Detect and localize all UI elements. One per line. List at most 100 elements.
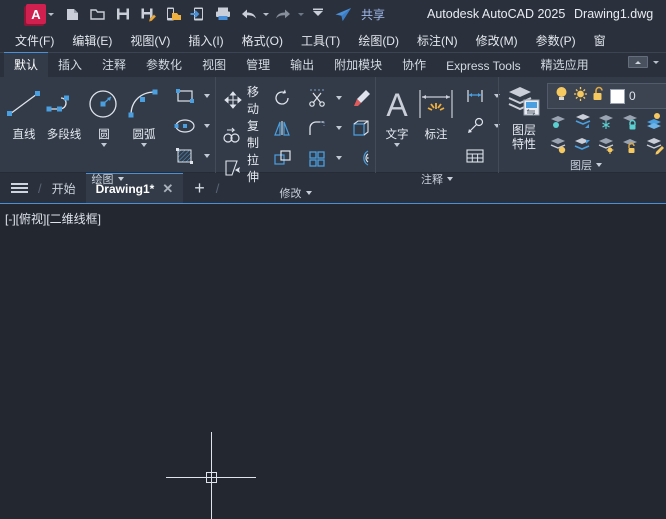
modify-panel-expand-icon[interactable] (306, 191, 312, 195)
drawing-canvas[interactable]: [-][俯视][二维线框] (0, 204, 666, 519)
ribbon-tab-manage[interactable]: 管理 (236, 53, 280, 77)
import-icon[interactable] (186, 2, 210, 26)
ribbon-minimize-icon[interactable] (628, 56, 648, 68)
layer-lock-icon[interactable] (619, 109, 643, 133)
draw-line-button[interactable]: 直线 (4, 81, 44, 142)
draw-panel-title-row[interactable]: 绘图 (0, 171, 215, 187)
ribbon-tab-home[interactable]: 默认 (4, 52, 48, 77)
autocad-logo-icon[interactable]: A (26, 4, 46, 24)
layer-color-swatch[interactable] (610, 89, 625, 104)
layer-off-icon[interactable] (547, 133, 571, 157)
layer-unlock-icon[interactable] (619, 133, 643, 157)
layer-isolate-icon[interactable] (547, 109, 571, 133)
save-as-icon[interactable] (136, 2, 160, 26)
ribbon-minimize-caret-icon[interactable] (651, 50, 660, 74)
ribbon-tab-express-tools[interactable]: Express Tools (436, 56, 530, 77)
ribbon-tab-featured-apps[interactable]: 精选应用 (531, 53, 599, 77)
leader-icon[interactable] (458, 111, 492, 141)
save-icon[interactable] (111, 2, 135, 26)
table-icon[interactable] (458, 141, 492, 171)
qat-customize-caret-icon[interactable] (46, 2, 55, 26)
share-icon[interactable] (331, 2, 355, 26)
draw-panel-expand-icon[interactable] (118, 177, 124, 181)
new-file-icon[interactable] (61, 2, 85, 26)
layer-unisolate-icon[interactable] (571, 109, 595, 133)
annotation-panel-expand-icon[interactable] (447, 177, 453, 181)
menu-item-format[interactable]: 格式(O) (233, 29, 292, 52)
plot-icon[interactable] (211, 2, 235, 26)
ribbon-tab-insert[interactable]: 插入 (48, 53, 92, 77)
draw-arc-dropdown-icon[interactable] (141, 143, 147, 147)
layer-make-current-icon[interactable] (643, 109, 666, 133)
undo-dropdown-caret-icon[interactable] (261, 2, 270, 26)
ribbon-tab-addins[interactable]: 附加模块 (324, 53, 392, 77)
linear-dimension-icon[interactable] (458, 81, 492, 111)
menu-item-view[interactable]: 视图(V) (121, 29, 179, 52)
annotation-text-button[interactable]: A 文字 (380, 81, 414, 147)
undo-icon[interactable] (236, 2, 260, 26)
fillet-icon[interactable] (300, 113, 334, 143)
redo-dropdown-caret-icon[interactable] (296, 2, 305, 26)
offset-icon[interactable] (344, 143, 378, 173)
array-icon[interactable] (300, 143, 334, 173)
draw-rectangle-dropdown-icon[interactable] (202, 94, 212, 98)
ribbon-tab-parametric[interactable]: 参数化 (136, 53, 192, 77)
open-file-icon[interactable] (86, 2, 110, 26)
layer-freeze-icon[interactable] (595, 109, 619, 133)
current-layer-control[interactable]: 0 (547, 83, 666, 109)
layer-turn-all-on-icon[interactable] (571, 133, 595, 157)
layer-thaw-all-icon[interactable] (595, 133, 619, 157)
draw-hatch-button[interactable] (168, 141, 202, 171)
menu-item-insert[interactable]: 插入(I) (179, 29, 232, 52)
export-icon[interactable] (161, 2, 185, 26)
layers-panel-expand-icon[interactable] (596, 163, 602, 167)
qat-more-icon[interactable] (306, 2, 330, 26)
annotation-dimension-button[interactable]: 标注 (414, 81, 458, 142)
fillet-dropdown-icon[interactable] (334, 126, 344, 130)
rotate-icon[interactable] (266, 83, 300, 113)
menu-item-edit[interactable]: 编辑(E) (63, 29, 121, 52)
modify-move-button[interactable]: 移动 (220, 83, 266, 117)
solid-icon[interactable] (344, 113, 378, 143)
ribbon-tab-view[interactable]: 视图 (192, 53, 236, 77)
menu-item-draw[interactable]: 绘图(D) (349, 29, 408, 52)
unlock-icon[interactable] (592, 86, 606, 107)
ribbon-tab-output[interactable]: 输出 (280, 53, 324, 77)
draw-ellipse-dropdown-icon[interactable] (202, 124, 212, 128)
autocad-window: A (0, 0, 666, 519)
annotation-panel-title-row[interactable]: 注释 (376, 171, 498, 187)
lightbulb-on-icon[interactable] (554, 86, 569, 107)
ribbon-tab-collaborate[interactable]: 协作 (392, 53, 436, 77)
sun-icon[interactable] (573, 86, 588, 107)
menu-item-dimension[interactable]: 标注(N) (408, 29, 467, 52)
draw-rectangle-button[interactable] (168, 81, 202, 111)
mirror-icon[interactable] (266, 113, 300, 143)
draw-polyline-button[interactable]: 多段线 (44, 81, 84, 142)
share-label[interactable]: 共享 (361, 6, 385, 23)
menu-item-parametric[interactable]: 参数(P) (527, 29, 585, 52)
trim-icon[interactable] (300, 83, 334, 113)
draw-hatch-dropdown-icon[interactable] (202, 154, 212, 158)
modify-panel-title-row[interactable]: 修改 (216, 185, 375, 201)
layer-match-icon[interactable] (643, 133, 666, 157)
ribbon-minimize-control[interactable] (628, 50, 660, 77)
modify-stretch-button[interactable]: 拉伸 (220, 151, 266, 185)
menu-item-modify[interactable]: 修改(M) (467, 29, 527, 52)
layers-panel-title-row[interactable]: 图层 (499, 157, 666, 173)
array-dropdown-icon[interactable] (334, 156, 344, 160)
draw-circle-button[interactable]: 圆 (84, 81, 124, 147)
menu-item-window[interactable]: 窗 (585, 29, 615, 52)
modify-copy-button[interactable]: 复制 (220, 117, 266, 151)
redo-icon[interactable] (271, 2, 295, 26)
trim-dropdown-icon[interactable] (334, 96, 344, 100)
scale-icon[interactable] (266, 143, 300, 173)
draw-circle-dropdown-icon[interactable] (101, 143, 107, 147)
layer-properties-button[interactable]: 图层 特性 (503, 79, 545, 151)
menu-item-tools[interactable]: 工具(T) (292, 29, 349, 52)
menu-item-file[interactable]: 文件(F) (6, 29, 63, 52)
annotation-text-dropdown-icon[interactable] (394, 143, 400, 147)
draw-arc-button[interactable]: 圆弧 (124, 81, 164, 147)
erase-icon[interactable] (344, 83, 378, 113)
draw-ellipse-button[interactable] (168, 111, 202, 141)
ribbon-tab-annotate[interactable]: 注释 (92, 53, 136, 77)
